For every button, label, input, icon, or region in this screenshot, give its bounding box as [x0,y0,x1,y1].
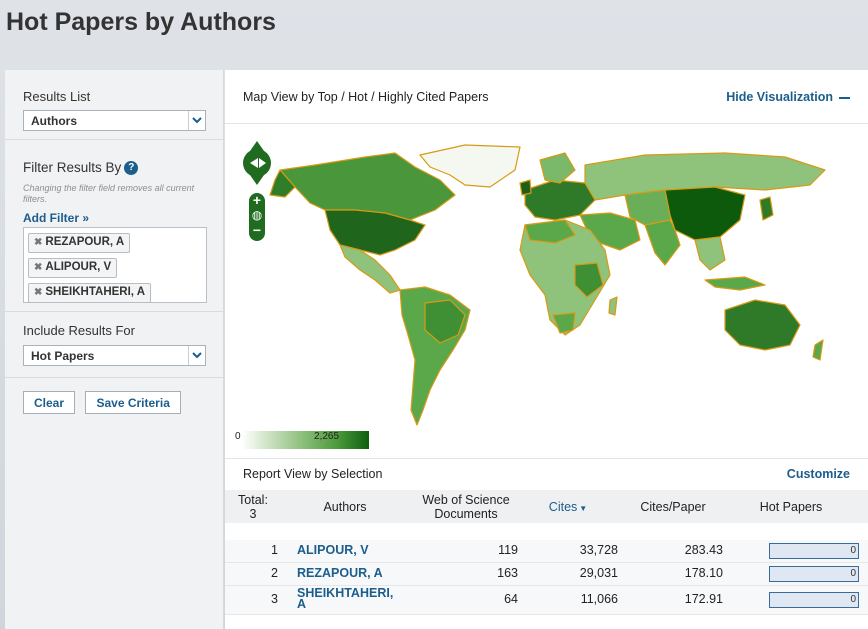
table-row: 2 REZAPOUR, A 163 29,031 178.10 0 [225,563,868,586]
hide-visualization-link[interactable]: Hide Visualization [726,90,850,104]
remove-icon[interactable]: ✖ [34,237,42,248]
chevron-down-icon [188,111,205,130]
zoom-out-icon[interactable]: − [249,223,265,237]
zoom-in-icon[interactable]: + [249,193,265,207]
cites-per-paper-value: 172.91 [684,592,723,606]
results-list-section: Results List Authors [5,70,223,140]
world-map[interactable]: + ◍ − [225,125,868,457]
cites-value: 11,066 [580,592,618,606]
page-title: Hot Papers by Authors [6,8,276,36]
hot-papers-bar: 0 [769,592,859,608]
results-list-value: Authors [31,114,77,128]
filter-chip-label: ALIPOUR, V [45,261,112,274]
map-region-south-africa [552,312,576,334]
customize-link[interactable]: Customize [787,467,850,481]
total-header: Total: 3 [237,493,269,521]
save-criteria-button[interactable]: Save Criteria [85,391,181,414]
filter-chip[interactable]: ✖ SHEIKHTAHERI, A [28,283,152,304]
cites-per-paper-value: 178.10 [684,566,723,580]
sidebar-buttons: Clear Save Criteria [5,378,223,414]
results-list-select[interactable]: Authors [23,110,206,131]
hot-papers-bar: 0 [769,566,859,582]
hot-papers-bar: 0 [769,543,859,559]
add-filter-link[interactable]: Add Filter » [23,211,223,225]
author-link[interactable]: REZAPOUR, A [297,567,383,580]
map-region-japan [759,196,774,221]
map-region-uk [519,179,532,196]
cites-per-paper-value: 283.43 [684,543,723,557]
chevron-down-icon [188,346,205,365]
map-region-madagascar [608,296,618,316]
authors-header[interactable]: Authors [315,500,375,514]
filter-hint: Changing the filter field removes all cu… [23,183,195,205]
filter-section: Filter Results By? Changing the filter f… [5,140,223,312]
report-title: Report View by Selection [243,467,383,481]
table-row: 1 ALIPOUR, V 119 33,728 283.43 0 [225,540,868,563]
sidebar: Results List Authors Filter Results By? … [5,70,224,629]
map-title: Map View by Top / Hot / Highly Cited Pap… [243,90,489,104]
filter-chip-box: ✖ REZAPOUR, A ✖ ALIPOUR, V ✖ SHEIKHTAHERI, … [23,227,207,304]
table-row: 3 SHEIKHTAHERI, A 64 11,066 172.91 0 [225,586,868,615]
wos-documents-header[interactable]: Web of Science Documents [410,493,522,521]
map-region-scandinavia [539,152,576,184]
include-select[interactable]: Hot Papers [23,345,206,366]
row-rank: 1 [271,543,278,557]
include-value: Hot Papers [31,349,95,363]
table-body: 1 ALIPOUR, V 119 33,728 283.43 0 2 REZAP… [225,540,868,615]
legend-max: 2,265 [314,431,340,442]
filter-chip[interactable]: ✖ REZAPOUR, A [28,233,131,254]
filter-chip[interactable]: ✖ ALIPOUR, V [28,258,118,279]
remove-icon[interactable]: ✖ [34,287,42,298]
map-zoom-control[interactable]: + ◍ − [249,193,265,241]
legend-min: 0 [235,431,241,442]
map-region-australia [724,299,801,351]
collapse-icon [839,96,850,99]
map-region-indonesia [704,276,766,291]
help-icon[interactable]: ? [124,161,139,176]
map-header: Map View by Top / Hot / Highly Cited Pap… [225,70,868,124]
include-section: Include Results For Hot Papers [5,312,223,378]
clear-button[interactable]: Clear [23,391,76,414]
docs-value: 163 [497,566,518,580]
map-region-se-asia [694,236,726,271]
map-pan-control[interactable] [240,139,274,187]
map-legend-bar [242,431,369,449]
cites-header[interactable]: Cites ▼ [543,500,593,516]
total-value: 3 [249,507,257,521]
remove-icon[interactable]: ✖ [34,262,42,273]
hot-papers-header[interactable]: Hot Papers [751,500,831,514]
include-label: Include Results For [23,323,135,338]
total-label: Total: [238,493,268,507]
sort-desc-icon: ▼ [579,504,588,513]
docs-value: 119 [498,543,518,557]
cites-value: 29,031 [579,566,618,580]
filter-label-text: Filter Results By [23,160,122,175]
author-link[interactable]: ALIPOUR, V [297,544,369,557]
map-region-china [664,186,746,241]
cites-header-label: Cites [548,500,578,514]
hide-visualization-label: Hide Visualization [726,90,833,104]
globe-icon[interactable]: ◍ [249,207,265,223]
table-header: Total: 3 Authors Web of Science Document… [225,490,868,523]
row-rank: 2 [271,566,278,580]
filter-chip-label: REZAPOUR, A [45,236,125,249]
author-link[interactable]: SHEIKHTAHERI, A [297,587,402,611]
filter-label: Filter Results By? [23,160,223,176]
map-region-new-zealand [812,339,824,361]
row-rank: 3 [271,592,278,606]
cites-per-paper-header[interactable]: Cites/Paper [633,500,713,514]
docs-value: 64 [504,592,518,606]
main-panel: Map View by Top / Hot / Highly Cited Pap… [225,70,868,629]
results-list-label: Results List [23,89,91,104]
filter-chip-label: SHEIKHTAHERI, A [45,286,146,299]
cites-value: 33,728 [579,543,618,557]
map-region-europe [524,179,596,221]
report-header: Report View by Selection Customize [225,458,868,488]
